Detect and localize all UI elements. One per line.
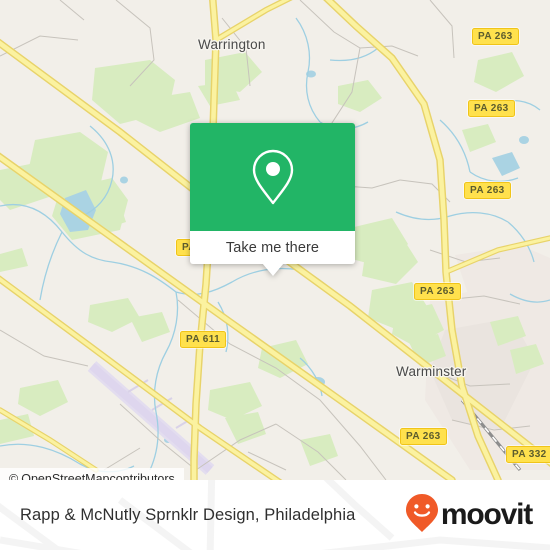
highway-shield: PA 263: [400, 428, 447, 445]
highway-shield: PA 263: [464, 182, 511, 199]
location-pin-icon: [250, 148, 296, 206]
moovit-wordmark: moovit: [440, 498, 533, 531]
highway-shield: PA 332: [506, 446, 550, 463]
take-me-there-button[interactable]: Take me there: [190, 231, 355, 264]
map-page: PA 263 PA 263 PA 263 PA 263 PA 263 PA 33…: [0, 0, 550, 550]
poi-popup[interactable]: Take me there: [190, 123, 355, 276]
map-canvas[interactable]: PA 263 PA 263 PA 263 PA 263 PA 263 PA 33…: [0, 0, 550, 480]
moovit-logo[interactable]: moovit: [405, 493, 533, 538]
highway-shield: PA 263: [414, 283, 461, 300]
poi-popup-tail: [262, 263, 284, 276]
highway-shield: PA 263: [472, 28, 519, 45]
footer-bar: Rapp & McNutly Sprnklr Design, Philadelp…: [0, 480, 550, 550]
moovit-smile-pin-icon: [405, 493, 439, 538]
attribution-suffix: contributors: [109, 472, 175, 480]
copyright-icon: ©: [9, 472, 19, 480]
page-title: Rapp & McNutly Sprnklr Design, Philadelp…: [20, 505, 356, 524]
poi-popup-image: [190, 123, 355, 231]
attribution-prefix: Open: [21, 472, 52, 480]
highway-shield: PA 263: [468, 100, 515, 117]
highway-shield: PA 611: [180, 331, 227, 348]
map-attribution[interactable]: © Open StreetMap contributors: [0, 468, 184, 480]
openstreetmap-link[interactable]: StreetMap: [52, 472, 110, 480]
